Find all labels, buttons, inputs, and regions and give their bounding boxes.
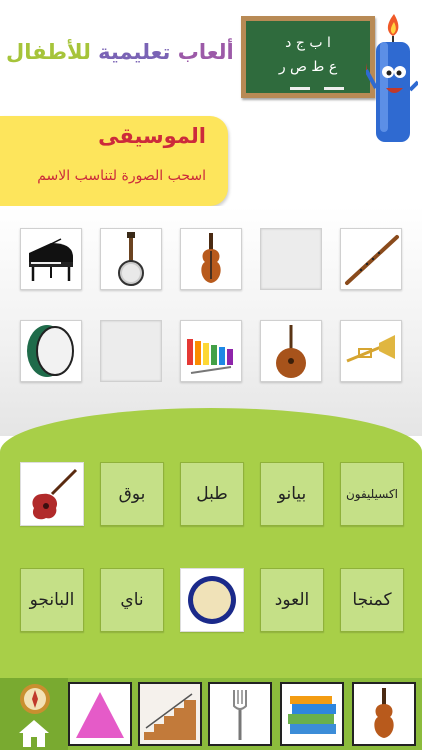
oud-image[interactable]	[260, 320, 322, 382]
drum-image[interactable]	[20, 320, 82, 382]
flute-image[interactable]	[340, 228, 402, 290]
stairs-thumbnail[interactable]	[138, 682, 202, 746]
violin-image[interactable]	[180, 228, 242, 290]
board-letters-row-2: ع ط ص ر	[278, 59, 338, 75]
violin-thumbnail[interactable]	[352, 682, 416, 746]
guitar-image[interactable]	[20, 462, 84, 526]
title-word-games: ألعاب	[177, 40, 234, 64]
title-word-educational: تعليمية	[98, 40, 171, 64]
compass-icon[interactable]	[18, 682, 52, 716]
category-title: الموسيقى	[98, 124, 206, 148]
piano-image[interactable]	[20, 228, 82, 290]
books-thumbnail[interactable]	[280, 682, 344, 746]
chalk-piece	[290, 87, 310, 90]
word-card[interactable]: كمنجا	[340, 568, 404, 632]
word-card[interactable]: ناي	[100, 568, 164, 632]
category-banner: الموسيقى اسحب الصورة لتناسب الاسم	[0, 116, 228, 206]
home-icon[interactable]	[18, 718, 50, 748]
word-card[interactable]: البانجو	[20, 568, 84, 632]
instruction-text: اسحب الصورة لتناسب الاسم	[37, 168, 206, 184]
candle-mascot-icon	[366, 14, 418, 142]
board-letters-row-1: ا ب ج د	[285, 35, 331, 51]
empty-drop-slot[interactable]	[260, 228, 322, 290]
chalk-piece	[324, 87, 344, 90]
empty-drop-slot[interactable]	[100, 320, 162, 382]
banjo-image[interactable]	[100, 228, 162, 290]
chalkboard-logo: ا ب ج د ع ط ص ر	[241, 16, 375, 98]
fork-thumbnail[interactable]	[208, 682, 272, 746]
word-card[interactable]: بوق	[100, 462, 164, 526]
title-word-children: للأطفال	[6, 40, 91, 64]
trumpet-image[interactable]	[340, 320, 402, 382]
triangle-thumbnail[interactable]	[68, 682, 132, 746]
answer-panel	[0, 408, 422, 678]
word-card[interactable]: طبل	[180, 462, 244, 526]
xylophone-image[interactable]	[180, 320, 242, 382]
tambourine-image[interactable]	[180, 568, 244, 632]
app-title: ألعاب تعليمية للأطفال	[6, 40, 238, 76]
word-card[interactable]: اكسيليفون	[340, 462, 404, 526]
word-card[interactable]: العود	[260, 568, 324, 632]
word-card[interactable]: بيانو	[260, 462, 324, 526]
